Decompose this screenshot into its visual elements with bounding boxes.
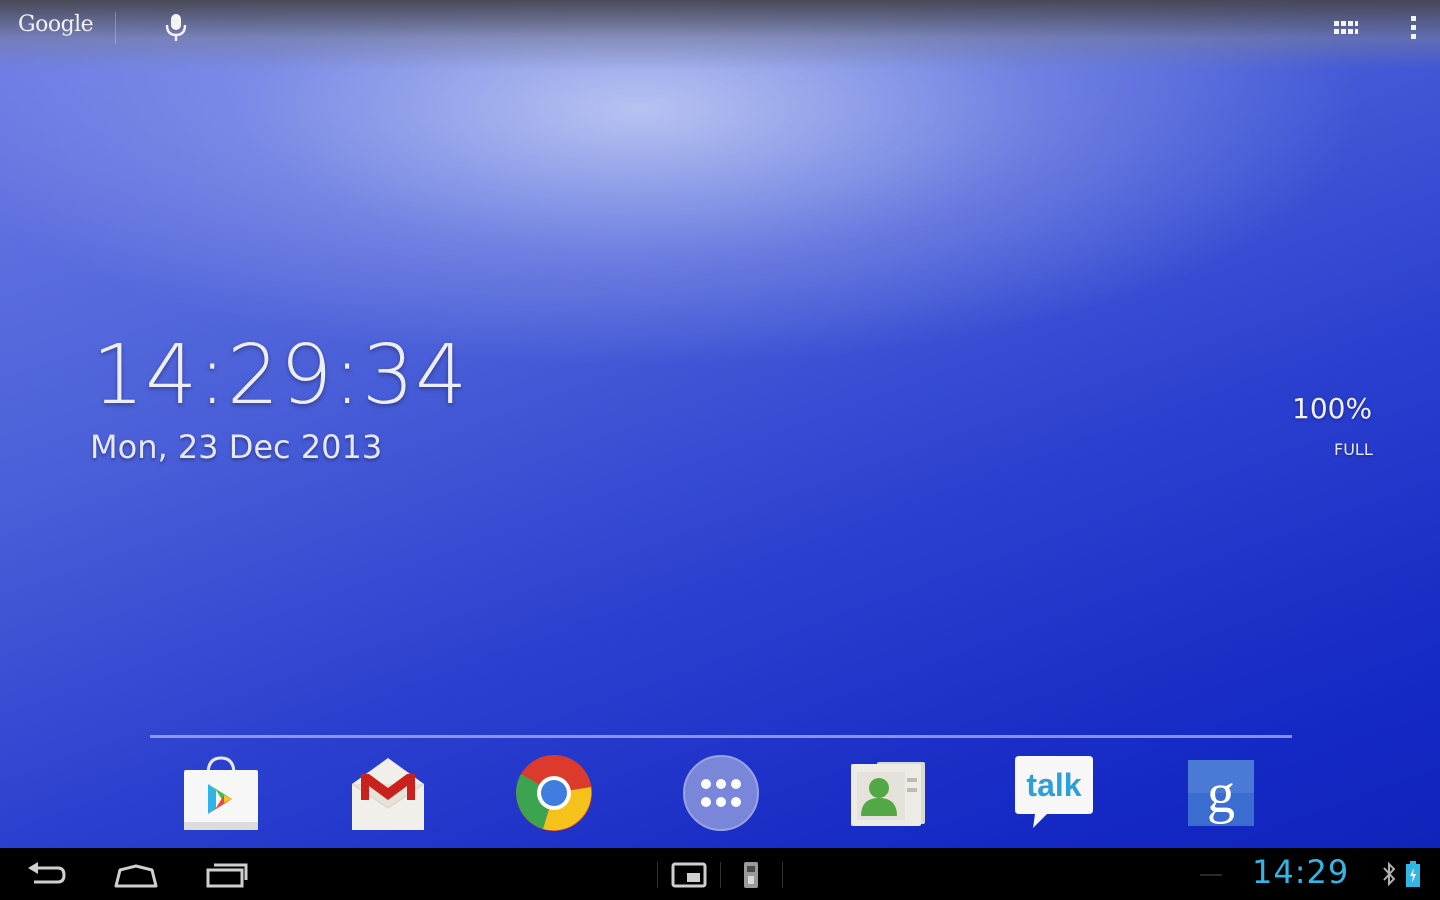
- clock-widget-time[interactable]: 14:29:34: [92, 328, 468, 423]
- nav-separator-mid: [720, 862, 721, 888]
- nav-separator-right: [782, 862, 783, 888]
- talk-label: talk: [1026, 767, 1081, 803]
- status-bar-time[interactable]: 14:29: [1252, 853, 1349, 891]
- search-divider: [115, 12, 116, 44]
- google-search-app-icon[interactable]: g: [1180, 752, 1262, 834]
- battery-icon: [1404, 860, 1422, 888]
- chrome-icon[interactable]: [513, 752, 595, 834]
- microphone-icon[interactable]: [164, 12, 188, 44]
- play-store-icon[interactable]: [180, 752, 262, 834]
- status-divider: [1200, 874, 1222, 876]
- nav-separator-left: [657, 862, 658, 888]
- google-search-logo[interactable]: Google: [18, 12, 94, 37]
- google-g-label: g: [1207, 763, 1235, 825]
- screen-icon[interactable]: [670, 858, 708, 892]
- contacts-icon[interactable]: [847, 752, 929, 834]
- home-icon[interactable]: [112, 858, 160, 892]
- top-bar-shade: [0, 0, 1440, 70]
- talk-icon[interactable]: talk: [1013, 752, 1095, 834]
- overflow-menu-icon[interactable]: [1402, 14, 1424, 42]
- clock-widget-date: Mon, 23 Dec 2013: [90, 428, 383, 466]
- back-icon[interactable]: [24, 858, 68, 892]
- usb-notification-icon[interactable]: [740, 858, 762, 892]
- battery-widget-percent[interactable]: 100%: [1292, 392, 1372, 425]
- battery-widget-state: FULL: [1334, 440, 1373, 459]
- all-apps-grid-icon[interactable]: [1333, 18, 1359, 38]
- bluetooth-icon: [1382, 861, 1396, 887]
- recent-apps-icon[interactable]: [202, 858, 250, 892]
- app-drawer-icon[interactable]: [680, 752, 762, 834]
- dock-divider: [150, 735, 1292, 738]
- gmail-icon[interactable]: [347, 752, 429, 834]
